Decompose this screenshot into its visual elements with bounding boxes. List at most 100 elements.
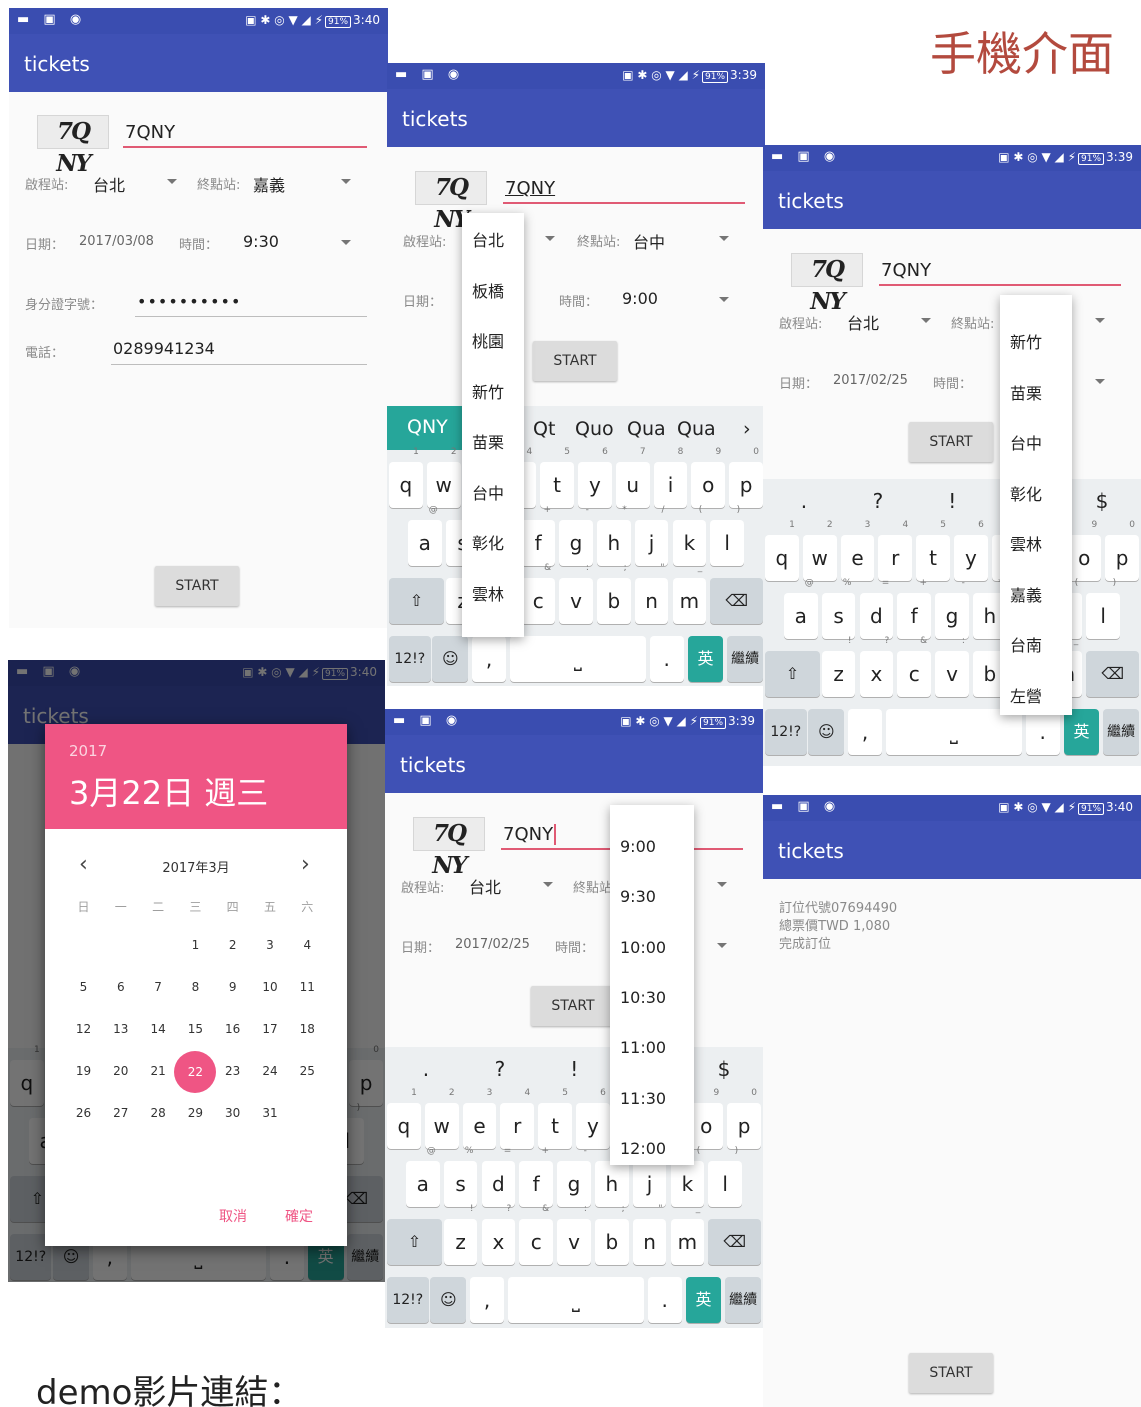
key-p[interactable]: p0: [1105, 521, 1139, 581]
start-spinner[interactable]: 台北: [93, 172, 125, 196]
calendar-day[interactable]: 8: [177, 980, 214, 994]
key-c[interactable]: c&: [519, 1205, 554, 1265]
period-key[interactable]: .: [647, 1277, 682, 1323]
enter-key[interactable]: 繼續: [1103, 709, 1140, 755]
ok-button[interactable]: 確定: [285, 1206, 313, 1226]
dropdown-option[interactable]: 苗栗: [472, 429, 504, 453]
picker-year[interactable]: 2017: [69, 742, 107, 760]
start-spinner[interactable]: 台北: [847, 310, 879, 334]
symbols-key[interactable]: 12!?: [387, 1277, 429, 1323]
key-y[interactable]: y6: [954, 521, 988, 581]
key-d[interactable]: d=: [859, 579, 894, 639]
key-x[interactable]: x?: [859, 637, 894, 697]
typed-word[interactable]: QNY: [387, 406, 469, 450]
key-t[interactable]: t5: [916, 521, 950, 581]
key-f[interactable]: f+: [897, 579, 932, 639]
language-key[interactable]: 英: [687, 636, 724, 682]
dropdown-option[interactable]: 10:30: [620, 988, 666, 1007]
period-key[interactable]: .: [1025, 709, 1060, 755]
calendar-day[interactable]: 5: [65, 980, 102, 994]
key-y[interactable]: y6: [576, 1089, 610, 1149]
period-key[interactable]: .: [649, 636, 684, 682]
backspace-key[interactable]: ⌫: [1086, 651, 1140, 697]
calendar-day[interactable]: 4: [289, 938, 326, 952]
key-h[interactable]: h*: [596, 506, 631, 566]
dropdown-option[interactable]: 台中: [472, 480, 504, 504]
start-button[interactable]: START: [155, 566, 239, 606]
key-k[interactable]: k(: [672, 506, 707, 566]
calendar-day[interactable]: 20: [102, 1064, 139, 1078]
calendar-day[interactable]: 21: [140, 1064, 177, 1078]
shift-key[interactable]: ⇧: [387, 1219, 442, 1265]
dropdown-option[interactable]: 雲林: [1010, 531, 1042, 555]
captcha-input[interactable]: 7QNY: [881, 260, 931, 281]
enter-key[interactable]: 繼續: [727, 636, 764, 682]
dropdown-option[interactable]: 10:00: [620, 938, 666, 957]
punct-key[interactable]: ?: [495, 1057, 506, 1081]
language-key[interactable]: 英: [685, 1277, 722, 1323]
key-m[interactable]: m_: [670, 1205, 705, 1265]
key-u[interactable]: u7: [615, 448, 650, 508]
dropdown-option[interactable]: 嘉義: [1010, 582, 1042, 606]
calendar-day[interactable]: 27: [102, 1106, 139, 1120]
symbols-key[interactable]: 12!?: [765, 709, 807, 755]
dropdown-option[interactable]: 9:30: [620, 887, 656, 906]
calendar-day[interactable]: 1: [177, 938, 214, 952]
key-g[interactable]: g-: [935, 579, 969, 639]
dropdown-option[interactable]: 台南: [1010, 632, 1042, 656]
key-j[interactable]: j/: [632, 1147, 667, 1207]
calendar-day[interactable]: 17: [252, 1022, 289, 1036]
dropdown-option[interactable]: 彰化: [1010, 481, 1042, 505]
key-g[interactable]: g-: [559, 506, 593, 566]
key-a[interactable]: a@: [407, 506, 442, 566]
punct-key[interactable]: ?: [873, 489, 884, 513]
calendar-day[interactable]: 3: [252, 938, 289, 952]
key-c[interactable]: c&: [521, 564, 556, 624]
key-q[interactable]: q1: [389, 448, 423, 508]
calendar-day[interactable]: 16: [214, 1022, 251, 1036]
calendar-day[interactable]: 14: [140, 1022, 177, 1036]
end-spinner[interactable]: 嘉義: [253, 172, 285, 196]
dropdown-option[interactable]: 板橋: [472, 278, 504, 302]
space-key[interactable]: ⎵: [885, 709, 1022, 755]
key-c[interactable]: c&: [897, 637, 932, 697]
calendar-day[interactable]: 6: [102, 980, 139, 994]
dropdown-option[interactable]: 11:00: [620, 1038, 666, 1057]
comma-key[interactable]: ,: [848, 709, 883, 755]
phone-field[interactable]: 0289941234: [113, 339, 215, 358]
key-e[interactable]: e3: [462, 1089, 497, 1149]
dropdown-option[interactable]: 11:30: [620, 1089, 666, 1108]
punct-key[interactable]: $: [1096, 489, 1109, 513]
cancel-button[interactable]: 取消: [219, 1206, 247, 1226]
key-v[interactable]: v:: [559, 564, 593, 624]
shift-key[interactable]: ⇧: [389, 578, 444, 624]
calendar-day[interactable]: 25: [289, 1064, 326, 1078]
key-k[interactable]: k(: [670, 1147, 705, 1207]
calendar-day[interactable]: 12: [65, 1022, 102, 1036]
key-o[interactable]: o9: [1067, 521, 1102, 581]
calendar-day[interactable]: 26: [65, 1106, 102, 1120]
dropdown-option[interactable]: 桃園: [472, 328, 504, 352]
date-field[interactable]: 2017/03/08: [79, 234, 154, 249]
start-spinner[interactable]: 台北: [469, 874, 501, 898]
key-t[interactable]: t5: [540, 448, 574, 508]
emoji-icon[interactable]: ☺: [432, 636, 469, 682]
punct-key[interactable]: .: [801, 489, 807, 513]
key-l[interactable]: l): [710, 506, 745, 566]
key-b[interactable]: b;: [596, 564, 631, 624]
calendar-day[interactable]: 11: [289, 980, 326, 994]
key-r[interactable]: r4: [878, 521, 913, 581]
start-button[interactable]: START: [531, 986, 615, 1026]
key-q[interactable]: q1: [765, 521, 799, 581]
space-key[interactable]: ⎵: [509, 636, 646, 682]
dropdown-option[interactable]: 彰化: [472, 530, 504, 554]
key-s[interactable]: s%: [821, 579, 856, 639]
calendar-day[interactable]: 18: [289, 1022, 326, 1036]
symbols-key[interactable]: 12!?: [389, 636, 431, 682]
comma-key[interactable]: ,: [470, 1277, 505, 1323]
key-j[interactable]: j/: [634, 506, 669, 566]
dropdown-option[interactable]: 新竹: [472, 379, 504, 403]
key-l[interactable]: l): [708, 1147, 743, 1207]
key-n[interactable]: n": [632, 1205, 667, 1265]
date-field[interactable]: 2017/02/25: [833, 373, 908, 388]
